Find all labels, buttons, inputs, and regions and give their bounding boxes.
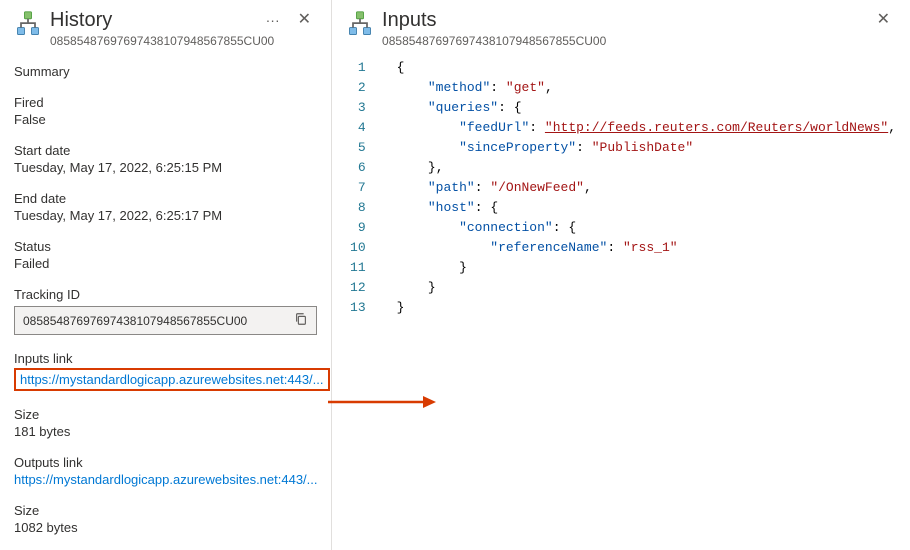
- close-icon[interactable]: ✕: [871, 8, 896, 32]
- hierarchy-icon: [346, 10, 374, 38]
- inputs-size-value: 181 bytes: [14, 424, 317, 439]
- inputs-link-highlight: https://mystandardlogicapp.azurewebsites…: [14, 368, 330, 391]
- history-subtitle: 08585487697697438107948567855CU00: [50, 34, 254, 48]
- code-lines: { "method": "get", "queries": { "feedUrl…: [383, 58, 896, 318]
- status-label: Status: [14, 239, 317, 254]
- inputs-header: Inputs 08585487697697438107948567855CU00…: [346, 8, 896, 48]
- json-viewer[interactable]: 12345678910111213 { "method": "get", "qu…: [346, 58, 896, 318]
- line-gutter: 12345678910111213: [346, 58, 383, 318]
- inputs-subtitle: 08585487697697438107948567855CU00: [382, 34, 863, 48]
- more-icon[interactable]: ···: [262, 12, 284, 28]
- history-panel: History 08585487697697438107948567855CU0…: [0, 0, 332, 550]
- inputs-link[interactable]: https://mystandardlogicapp.azurewebsites…: [20, 372, 324, 387]
- end-date-label: End date: [14, 191, 317, 206]
- copy-icon[interactable]: [292, 312, 310, 329]
- close-icon[interactable]: ✕: [292, 8, 317, 32]
- history-header: History 08585487697697438107948567855CU0…: [14, 8, 317, 48]
- inputs-link-label: Inputs link: [14, 351, 317, 366]
- tracking-id-value: 08585487697697438107948567855CU00: [23, 314, 247, 328]
- outputs-size-value: 1082 bytes: [14, 520, 317, 535]
- inputs-panel: Inputs 08585487697697438107948567855CU00…: [332, 0, 910, 550]
- tracking-id-label: Tracking ID: [14, 287, 317, 302]
- summary-heading: Summary: [14, 64, 317, 79]
- status-value: Failed: [14, 256, 317, 271]
- history-title: History: [50, 8, 254, 32]
- end-date-value: Tuesday, May 17, 2022, 6:25:17 PM: [14, 208, 317, 223]
- start-date-label: Start date: [14, 143, 317, 158]
- start-date-value: Tuesday, May 17, 2022, 6:25:15 PM: [14, 160, 317, 175]
- hierarchy-icon: [14, 10, 42, 38]
- outputs-link[interactable]: https://mystandardlogicapp.azurewebsites…: [14, 472, 318, 487]
- outputs-size-label: Size: [14, 503, 317, 518]
- inputs-title: Inputs: [382, 8, 863, 32]
- fired-label: Fired: [14, 95, 317, 110]
- inputs-size-label: Size: [14, 407, 317, 422]
- fired-value: False: [14, 112, 317, 127]
- outputs-link-label: Outputs link: [14, 455, 317, 470]
- tracking-id-field: 08585487697697438107948567855CU00: [14, 306, 317, 335]
